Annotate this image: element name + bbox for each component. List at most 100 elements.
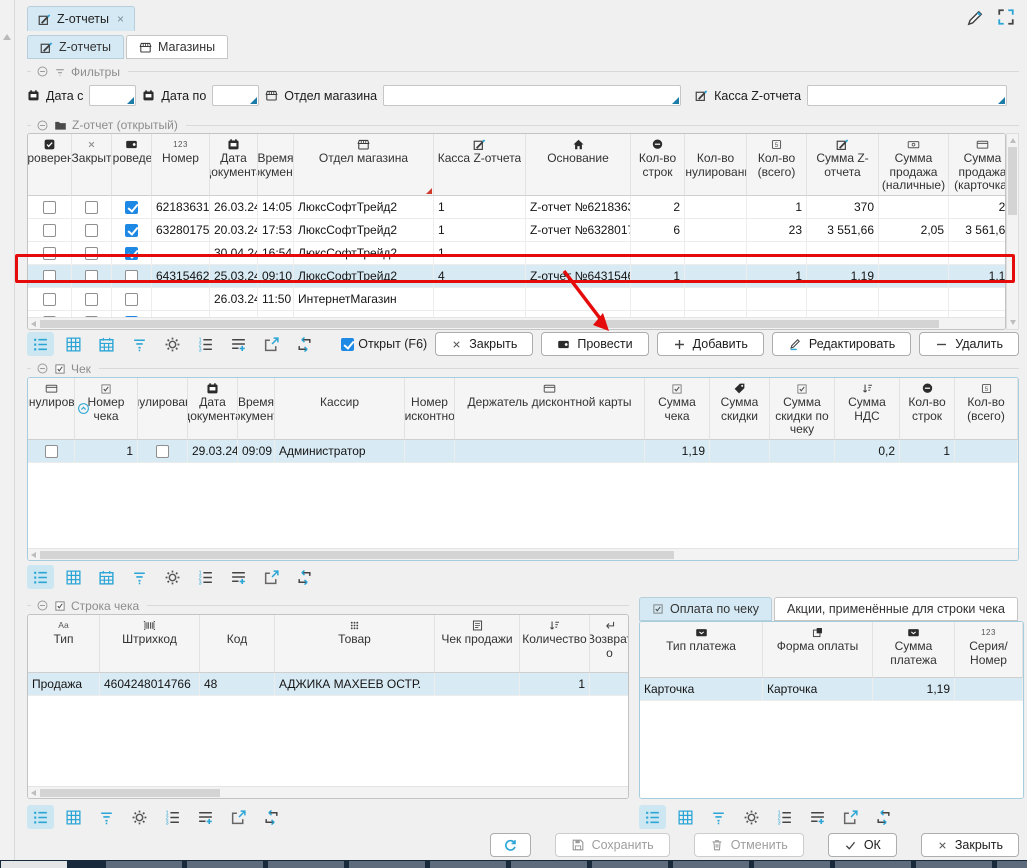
column-header[interactable]: 123Номер [152, 134, 210, 196]
row-checkbox[interactable] [43, 270, 56, 283]
column-header[interactable]: Чек продажи [435, 615, 520, 673]
calendar-view-button[interactable] [93, 565, 120, 589]
cancel-button[interactable]: Отменить [694, 833, 804, 857]
row-checkbox[interactable] [85, 201, 98, 214]
row-checkbox[interactable] [43, 201, 56, 214]
row-checkbox[interactable] [43, 247, 56, 260]
post-button[interactable]: Провести [541, 332, 648, 356]
column-header[interactable]: Код [200, 615, 275, 673]
open-external-button[interactable] [258, 565, 285, 589]
add-list-button[interactable] [225, 565, 252, 589]
table-row[interactable]: Продажа460424801476648АДЖИКА МАХЕЕВ ОСТР… [28, 673, 628, 696]
tab-shops[interactable]: Магазины [126, 35, 228, 59]
checkbox-checked-icon[interactable] [341, 338, 354, 351]
column-header[interactable]: Кол-во строк [631, 134, 685, 196]
open-external-button[interactable] [258, 332, 285, 356]
grid-view-button[interactable] [60, 565, 87, 589]
collapse-icon[interactable] [36, 65, 49, 78]
column-header[interactable]: Закрыт [72, 134, 112, 196]
column-header[interactable]: Сумма платежа [873, 622, 955, 678]
column-header[interactable]: Касса Z-отчета [434, 134, 526, 196]
list-view-button[interactable] [27, 805, 54, 829]
vscroll-thumb[interactable] [1008, 147, 1017, 215]
filter-button[interactable] [126, 332, 153, 356]
column-header[interactable]: Основание [526, 134, 631, 196]
scroll-up-arrow-icon[interactable] [3, 34, 11, 40]
tab-promotions[interactable]: Акции, применённые для строки чека [774, 597, 1018, 621]
refresh-box-button[interactable] [258, 805, 285, 829]
column-header[interactable]: Проверено [28, 134, 72, 196]
save-button[interactable]: Сохранить [555, 833, 670, 857]
cash-register-input[interactable] [807, 85, 1007, 106]
numbered-list-button[interactable]: 123 [192, 332, 219, 356]
table-row[interactable]: 129.03.2409:09Администратор1,190,21 [28, 440, 1018, 463]
column-header[interactable]: Возврат о [590, 615, 628, 673]
row-checkbox[interactable] [125, 201, 138, 214]
column-header[interactable]: Кол-во строк [900, 378, 955, 440]
row-checkbox[interactable] [156, 445, 169, 458]
column-header[interactable]: Тип платежа [640, 622, 763, 678]
add-list-button[interactable] [804, 805, 831, 829]
fullscreen-icon[interactable] [997, 8, 1015, 28]
column-header[interactable]: Сумма НДС [835, 378, 900, 440]
list-view-button[interactable] [639, 805, 666, 829]
list-view-button[interactable] [27, 565, 54, 589]
filter-button[interactable] [705, 805, 732, 829]
column-header[interactable]: Дата документа [210, 134, 258, 196]
refresh-button[interactable] [490, 833, 531, 857]
refresh-box-button[interactable] [291, 565, 318, 589]
tab-z-reports[interactable]: Z-отчеты [27, 35, 124, 59]
close-button[interactable]: Закрыть [921, 833, 1019, 857]
column-header[interactable]: Кассир [275, 378, 405, 440]
open-external-button[interactable] [837, 805, 864, 829]
column-header[interactable]: Время документа [238, 378, 275, 440]
add-list-button[interactable] [192, 805, 219, 829]
grid-view-button[interactable] [60, 805, 87, 829]
settings-gear-button[interactable] [159, 332, 186, 356]
horizontal-scrollbar[interactable] [28, 786, 628, 798]
numbered-list-button[interactable]: 123 [771, 805, 798, 829]
tab-payment-by-check[interactable]: Оплата по чеку [639, 597, 772, 621]
column-header[interactable]: AaТип [28, 615, 100, 673]
collapse-icon[interactable] [36, 599, 49, 612]
grid-view-button[interactable] [672, 805, 699, 829]
row-checkbox[interactable] [125, 293, 138, 306]
column-header[interactable]: Сумма чека [645, 378, 710, 440]
column-header[interactable]: Кол-во аннулированых [685, 134, 747, 196]
table-row[interactable]: КарточкаКарточка1,19 [640, 678, 1023, 701]
row-checkbox[interactable] [85, 293, 98, 306]
open-external-button[interactable] [225, 805, 252, 829]
edit-button[interactable]: Редактировать [772, 332, 911, 356]
list-view-button[interactable] [27, 332, 54, 356]
column-header[interactable]: Аннулированый [138, 378, 188, 440]
column-header[interactable]: Номер дисконтной [405, 378, 455, 440]
close-row-button[interactable]: Закрыть [435, 332, 533, 356]
doc-tab-z-reports[interactable]: Z-отчеты × [27, 6, 135, 31]
column-header[interactable]: Сумма скидки по чеку [770, 378, 835, 440]
column-header[interactable]: 5Кол-во (всего) [747, 134, 807, 196]
filter-button[interactable] [93, 805, 120, 829]
column-header[interactable]: Форма оплаты [763, 622, 873, 678]
refresh-box-button[interactable] [870, 805, 897, 829]
column-header[interactable]: Отдел магазина [294, 134, 434, 196]
row-checkbox[interactable] [43, 293, 56, 306]
filter-button[interactable] [126, 565, 153, 589]
column-header[interactable]: Дата документа [188, 378, 238, 440]
column-header[interactable]: Штрихкод [100, 615, 200, 673]
window-vertical-scrollbar[interactable] [0, 0, 15, 860]
ok-button[interactable]: ОК [828, 833, 897, 857]
table-row[interactable]: 26.03.2411:50ИнтернетМагазин [28, 288, 1005, 311]
grid-view-button[interactable] [60, 332, 87, 356]
column-header[interactable]: 5Кол-во (всего) [955, 378, 1018, 440]
table-row[interactable]: 30.04.2416:54ЛюксСофтТрейд21 [28, 242, 1005, 265]
column-header[interactable]: Сумма Z-отчета [807, 134, 879, 196]
calendar-view-button[interactable] [93, 332, 120, 356]
column-header[interactable]: Товар [275, 615, 435, 673]
settings-gear-button[interactable] [159, 565, 186, 589]
column-header[interactable]: Номер чека [75, 378, 138, 440]
table-row[interactable]: 6218363126.03.2414:05ЛюксСофтТрейд21Z-от… [28, 196, 1005, 219]
column-header[interactable]: Сумма скидки [710, 378, 770, 440]
column-header[interactable]: Держатель дисконтной карты [455, 378, 645, 440]
date-from-input[interactable] [89, 85, 136, 106]
delete-button[interactable]: Удалить [919, 332, 1019, 356]
